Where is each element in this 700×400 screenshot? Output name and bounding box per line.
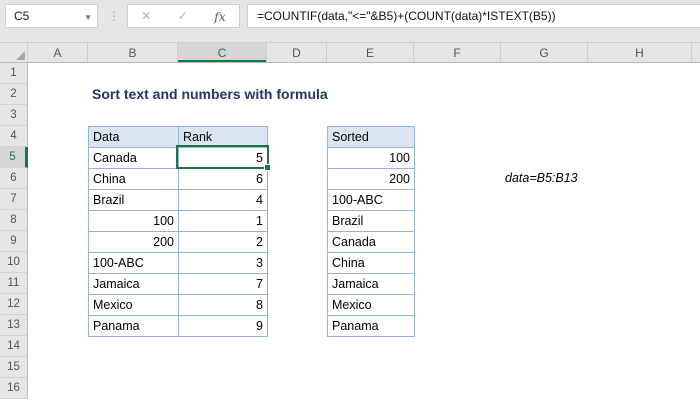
cell-B7[interactable]: Brazil [89, 190, 179, 211]
row-header-7[interactable]: 7 [0, 189, 28, 210]
cell-E5[interactable]: 100 [328, 148, 415, 169]
cell-C12[interactable]: 8 [179, 295, 268, 316]
cell-B10[interactable]: 100-ABC [89, 253, 179, 274]
fill-handle[interactable] [264, 164, 271, 171]
row-header-1[interactable]: 1 [0, 63, 28, 84]
column-header-c[interactable]: C [178, 43, 267, 62]
row-header-8[interactable]: 8 [0, 210, 28, 231]
cell-B5[interactable]: Canada [89, 148, 179, 169]
column-header-a[interactable]: A [28, 43, 88, 62]
cell-B12[interactable]: Mexico [89, 295, 179, 316]
sorted-table: Sorted 100 200 100-ABC Brazil Canada China Jama… [327, 126, 415, 337]
row-header-16[interactable]: 16 [0, 378, 28, 399]
cell-E13[interactable]: Panama [328, 316, 415, 337]
cell-B11[interactable]: Jamaica [89, 274, 179, 295]
data-rank-row-6: China 6 [89, 169, 268, 190]
formula-bar-buttons: ✕ ✓ fx [127, 4, 240, 28]
cell-E6[interactable]: 200 [328, 169, 415, 190]
cell-C6[interactable]: 6 [179, 169, 268, 190]
data-rank-row-12: Mexico 8 [89, 295, 268, 316]
row-header-15[interactable]: 15 [0, 357, 28, 378]
column-headers: A B C D E F G H [0, 43, 700, 63]
name-box-dropdown-icon[interactable]: ▼ [84, 13, 92, 22]
cell-C7[interactable]: 4 [179, 190, 268, 211]
insert-function-icon[interactable]: fx [214, 9, 226, 24]
cell-B9[interactable]: 200 [89, 232, 179, 253]
sorted-header-cell[interactable]: Sorted [328, 127, 415, 148]
cell-B6[interactable]: China [89, 169, 179, 190]
row-header-2[interactable]: 2 [0, 84, 28, 105]
cell-E9[interactable]: Canada [328, 232, 415, 253]
data-rank-table: Data Rank Canada 5 China 6 Brazil 4 100 1 200 2 100-… [88, 126, 268, 337]
select-all-icon [16, 51, 25, 60]
sorted-row-13: Panama [328, 316, 415, 337]
cell-E11[interactable]: Jamaica [328, 274, 415, 295]
select-all-button[interactable] [0, 43, 28, 62]
formula-bar-separator-icon: ⋮ [108, 9, 121, 23]
column-header-d[interactable]: D [267, 43, 327, 62]
worksheet-title-cell[interactable]: Sort text and numbers with formula [92, 84, 328, 105]
name-box-value: C5 [14, 9, 30, 23]
sorted-row-8: Brazil [328, 211, 415, 232]
column-header-b[interactable]: B [88, 43, 178, 62]
cell-E7[interactable]: 100-ABC [328, 190, 415, 211]
cell-C13[interactable]: 9 [179, 316, 268, 337]
column-header-f[interactable]: F [414, 43, 501, 62]
data-rank-row-10: 100-ABC 3 [89, 253, 268, 274]
cell-B13[interactable]: Panama [89, 316, 179, 337]
row-header-12[interactable]: 12 [0, 294, 28, 315]
cancel-icon[interactable]: ✕ [141, 9, 151, 23]
data-rank-row-5: Canada 5 [89, 148, 268, 169]
row-header-11[interactable]: 11 [0, 273, 28, 294]
sorted-row-5: 100 [328, 148, 415, 169]
sorted-row-6: 200 [328, 169, 415, 190]
column-header-g[interactable]: G [501, 43, 588, 62]
row-headers: 1 2 3 4 5 6 7 8 9 10 11 12 13 14 15 16 [0, 63, 28, 399]
row-header-3[interactable]: 3 [0, 105, 28, 126]
data-rank-header-row: Data Rank [89, 127, 268, 148]
sorted-row-12: Mexico [328, 295, 415, 316]
row-header-9[interactable]: 9 [0, 231, 28, 252]
data-rank-row-7: Brazil 4 [89, 190, 268, 211]
formula-text: =COUNTIF(data,"<="&B5)+(COUNT(data)*ISTE… [257, 9, 556, 23]
rank-header-cell[interactable]: Rank [179, 127, 268, 148]
data-header-cell[interactable]: Data [89, 127, 179, 148]
cell-C11[interactable]: 7 [179, 274, 268, 295]
cell-E10[interactable]: China [328, 253, 415, 274]
row-header-14[interactable]: 14 [0, 336, 28, 357]
sorted-row-11: Jamaica [328, 274, 415, 295]
column-header-h[interactable]: H [588, 43, 692, 62]
row-header-6[interactable]: 6 [0, 168, 28, 189]
data-rank-row-11: Jamaica 7 [89, 274, 268, 295]
formula-input[interactable]: =COUNTIF(data,"<="&B5)+(COUNT(data)*ISTE… [247, 4, 700, 28]
column-header-partial[interactable] [692, 43, 700, 62]
cell-B8[interactable]: 100 [89, 211, 179, 232]
enter-icon[interactable]: ✓ [178, 9, 188, 23]
sorted-row-7: 100-ABC [328, 190, 415, 211]
formula-bar-chrome: C5 ▼ ⋮ ✕ ✓ fx =COUNTIF(data,"<="&B5)+(CO… [0, 0, 700, 43]
data-rank-row-13: Panama 9 [89, 316, 268, 337]
cell-C5[interactable]: 5 [179, 148, 268, 169]
named-range-note-cell[interactable]: data=B5:B13 [505, 168, 578, 189]
cell-C8[interactable]: 1 [179, 211, 268, 232]
excel-window: C5 ▼ ⋮ ✕ ✓ fx =COUNTIF(data,"<="&B5)+(CO… [0, 0, 700, 400]
data-rank-row-8: 100 1 [89, 211, 268, 232]
name-box[interactable]: C5 ▼ [5, 4, 98, 28]
cell-E12[interactable]: Mexico [328, 295, 415, 316]
cell-E8[interactable]: Brazil [328, 211, 415, 232]
row-header-13[interactable]: 13 [0, 315, 28, 336]
data-rank-row-9: 200 2 [89, 232, 268, 253]
sorted-row-9: Canada [328, 232, 415, 253]
sorted-header-row: Sorted [328, 127, 415, 148]
row-header-10[interactable]: 10 [0, 252, 28, 273]
row-header-4[interactable]: 4 [0, 126, 28, 147]
cell-C10[interactable]: 3 [179, 253, 268, 274]
sorted-row-10: China [328, 253, 415, 274]
column-header-e[interactable]: E [327, 43, 414, 62]
cell-C9[interactable]: 2 [179, 232, 268, 253]
row-header-5[interactable]: 5 [0, 147, 28, 168]
